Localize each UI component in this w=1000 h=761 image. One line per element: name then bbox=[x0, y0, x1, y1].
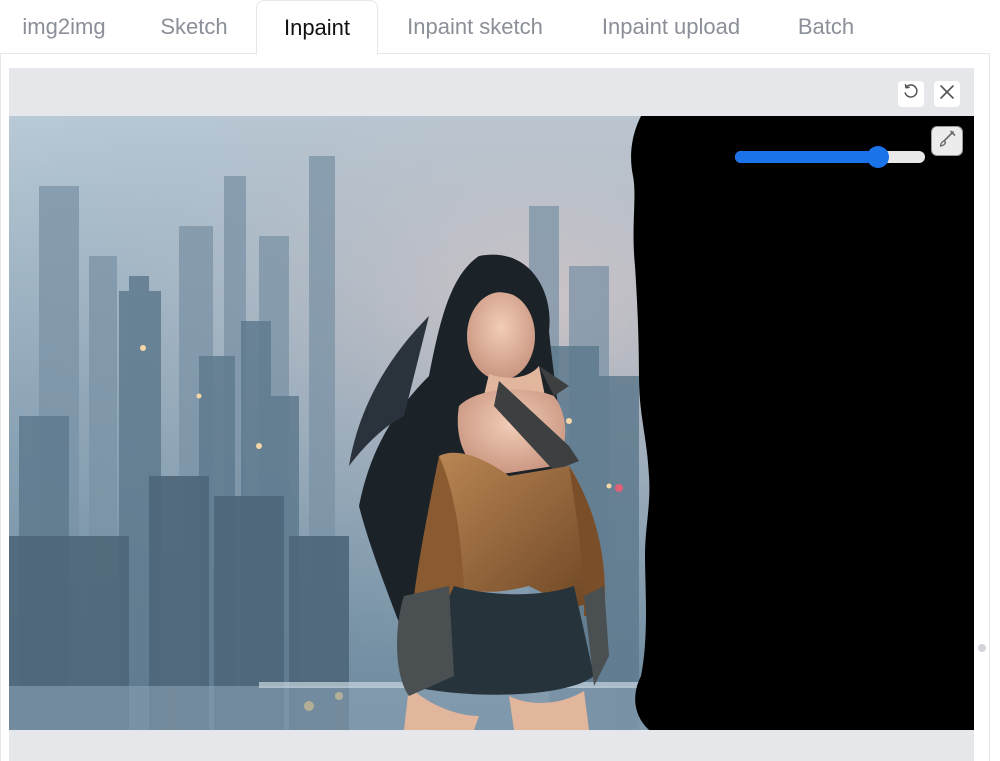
tab-batch[interactable]: Batch bbox=[776, 0, 876, 54]
undo-icon bbox=[902, 83, 920, 106]
tab-sketch[interactable]: Sketch bbox=[140, 0, 248, 54]
tab-inpaint-sketch[interactable]: Inpaint sketch bbox=[384, 0, 566, 54]
scroll-handle[interactable] bbox=[978, 644, 986, 652]
brush-tool-button[interactable] bbox=[931, 126, 963, 156]
brush-size-thumb[interactable] bbox=[867, 146, 889, 168]
inpaint-mask bbox=[631, 116, 974, 730]
inpaint-image-editor bbox=[9, 68, 986, 761]
undo-button[interactable] bbox=[897, 80, 925, 108]
brush-size-fill bbox=[735, 151, 878, 163]
brush-icon bbox=[937, 129, 957, 154]
brush-size-slider[interactable] bbox=[735, 146, 925, 168]
tab-img2img[interactable]: img2img bbox=[0, 0, 128, 54]
tab-inpaint-upload[interactable]: Inpaint upload bbox=[578, 0, 764, 54]
clear-image-button[interactable] bbox=[933, 80, 961, 108]
mode-tab-bar: img2img Sketch Inpaint Inpaint sketch In… bbox=[0, 0, 990, 55]
img2img-panel: img2img Sketch Inpaint Inpaint sketch In… bbox=[0, 0, 1000, 761]
tab-inpaint[interactable]: Inpaint bbox=[256, 0, 378, 55]
inpaint-canvas[interactable] bbox=[9, 116, 974, 730]
close-icon bbox=[938, 83, 956, 106]
panel-border-right bbox=[989, 53, 990, 761]
panel-border-left bbox=[0, 53, 1, 761]
